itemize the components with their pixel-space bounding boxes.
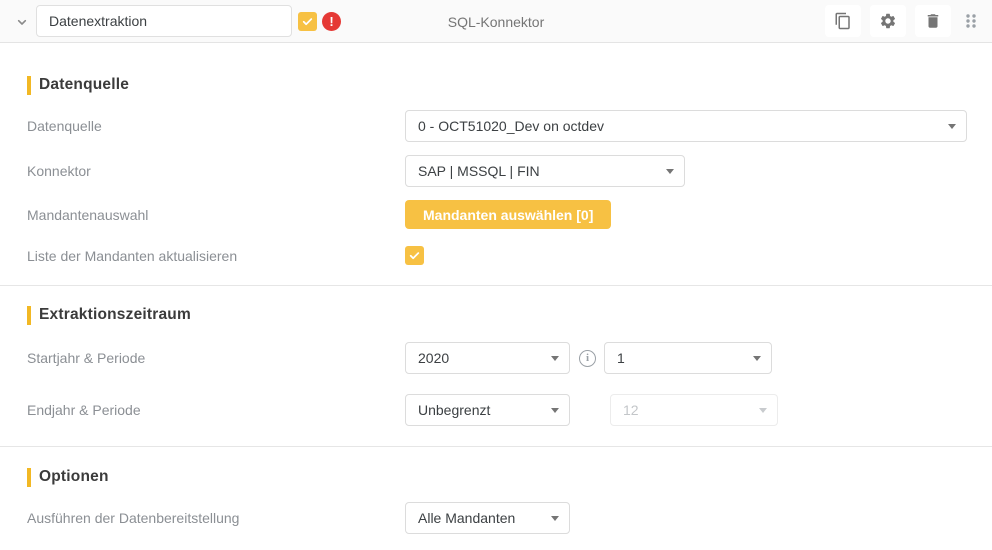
section-datenquelle: Datenquelle <box>27 75 992 95</box>
drag-handle[interactable] <box>960 5 982 37</box>
section-title-text: Datenquelle <box>39 76 129 94</box>
section-divider <box>0 285 992 286</box>
selected-value: 1 <box>617 350 745 366</box>
settings-button[interactable] <box>870 5 906 37</box>
info-icon[interactable]: i <box>579 350 596 367</box>
selected-value: SAP | MSSQL | FIN <box>418 163 658 179</box>
field-label: Ausführen der Datenbereitstellung <box>27 510 405 526</box>
startperiode-select[interactable]: 1 <box>604 342 772 374</box>
connector-header: ! SQL-Konnektor <box>0 0 992 43</box>
trash-icon <box>924 12 942 30</box>
copy-icon <box>834 12 852 30</box>
endperiode-select-disabled: 12 <box>610 394 778 426</box>
header-actions <box>825 5 982 37</box>
dropdown-arrow-icon <box>666 169 674 174</box>
section-title-text: Extraktionszeitraum <box>39 306 191 324</box>
row-endjahr-periode: Endjahr & Periode Unbegrenzt 12 <box>27 394 967 426</box>
row-konnektor: Konnektor SAP | MSSQL | FIN <box>27 155 967 187</box>
info-glyph: i <box>586 352 589 364</box>
field-label: Startjahr & Periode <box>27 350 405 366</box>
dropdown-arrow-icon <box>753 356 761 361</box>
section-divider <box>0 446 992 447</box>
selected-value: 12 <box>623 402 751 418</box>
field-label: Endjahr & Periode <box>27 402 405 418</box>
selected-value: Unbegrenzt <box>418 402 543 418</box>
drag-indicator-icon <box>963 12 979 30</box>
dropdown-arrow-icon <box>948 124 956 129</box>
selected-value: 2020 <box>418 350 543 366</box>
row-datenquelle: Datenquelle 0 - OCT51020_Dev on octdev <box>27 110 967 142</box>
startjahr-select[interactable]: 2020 <box>405 342 570 374</box>
row-mandantenauswahl: Mandantenauswahl Mandanten auswählen [0] <box>27 200 967 229</box>
field-label: Liste der Mandanten aktualisieren <box>27 248 405 264</box>
selected-value: Alle Mandanten <box>418 510 543 526</box>
section-extraktionszeitraum: Extraktionszeitraum <box>27 305 992 325</box>
field-label: Mandantenauswahl <box>27 207 405 223</box>
section-accent-bar <box>27 468 31 487</box>
row-liste-aktualisieren: Liste der Mandanten aktualisieren <box>27 246 967 265</box>
row-ausfuehren: Ausführen der Datenbereitstellung Alle M… <box>27 502 967 534</box>
row-startjahr-periode: Startjahr & Periode 2020 i 1 <box>27 342 967 374</box>
section-accent-bar <box>27 76 31 95</box>
dropdown-arrow-icon <box>551 356 559 361</box>
endjahr-select[interactable]: Unbegrenzt <box>405 394 570 426</box>
konnektor-select[interactable]: SAP | MSSQL | FIN <box>405 155 685 187</box>
section-accent-bar <box>27 306 31 325</box>
dropdown-arrow-icon <box>759 408 767 413</box>
section-title-text: Optionen <box>39 468 109 486</box>
datenquelle-select[interactable]: 0 - OCT51020_Dev on octdev <box>405 110 967 142</box>
select-mandanten-button[interactable]: Mandanten auswählen [0] <box>405 200 611 229</box>
ausfuehren-select[interactable]: Alle Mandanten <box>405 502 570 534</box>
liste-aktualisieren-checkbox[interactable] <box>405 246 424 265</box>
section-optionen: Optionen <box>27 467 992 487</box>
field-label: Konnektor <box>27 163 405 179</box>
selected-value: 0 - OCT51020_Dev on octdev <box>418 118 940 134</box>
delete-button[interactable] <box>915 5 951 37</box>
dropdown-arrow-icon <box>551 408 559 413</box>
gear-icon <box>879 12 897 30</box>
connector-form: Datenquelle Datenquelle 0 - OCT51020_Dev… <box>0 75 992 534</box>
duplicate-button[interactable] <box>825 5 861 37</box>
dropdown-arrow-icon <box>551 516 559 521</box>
field-label: Datenquelle <box>27 118 405 134</box>
check-icon <box>408 249 421 262</box>
